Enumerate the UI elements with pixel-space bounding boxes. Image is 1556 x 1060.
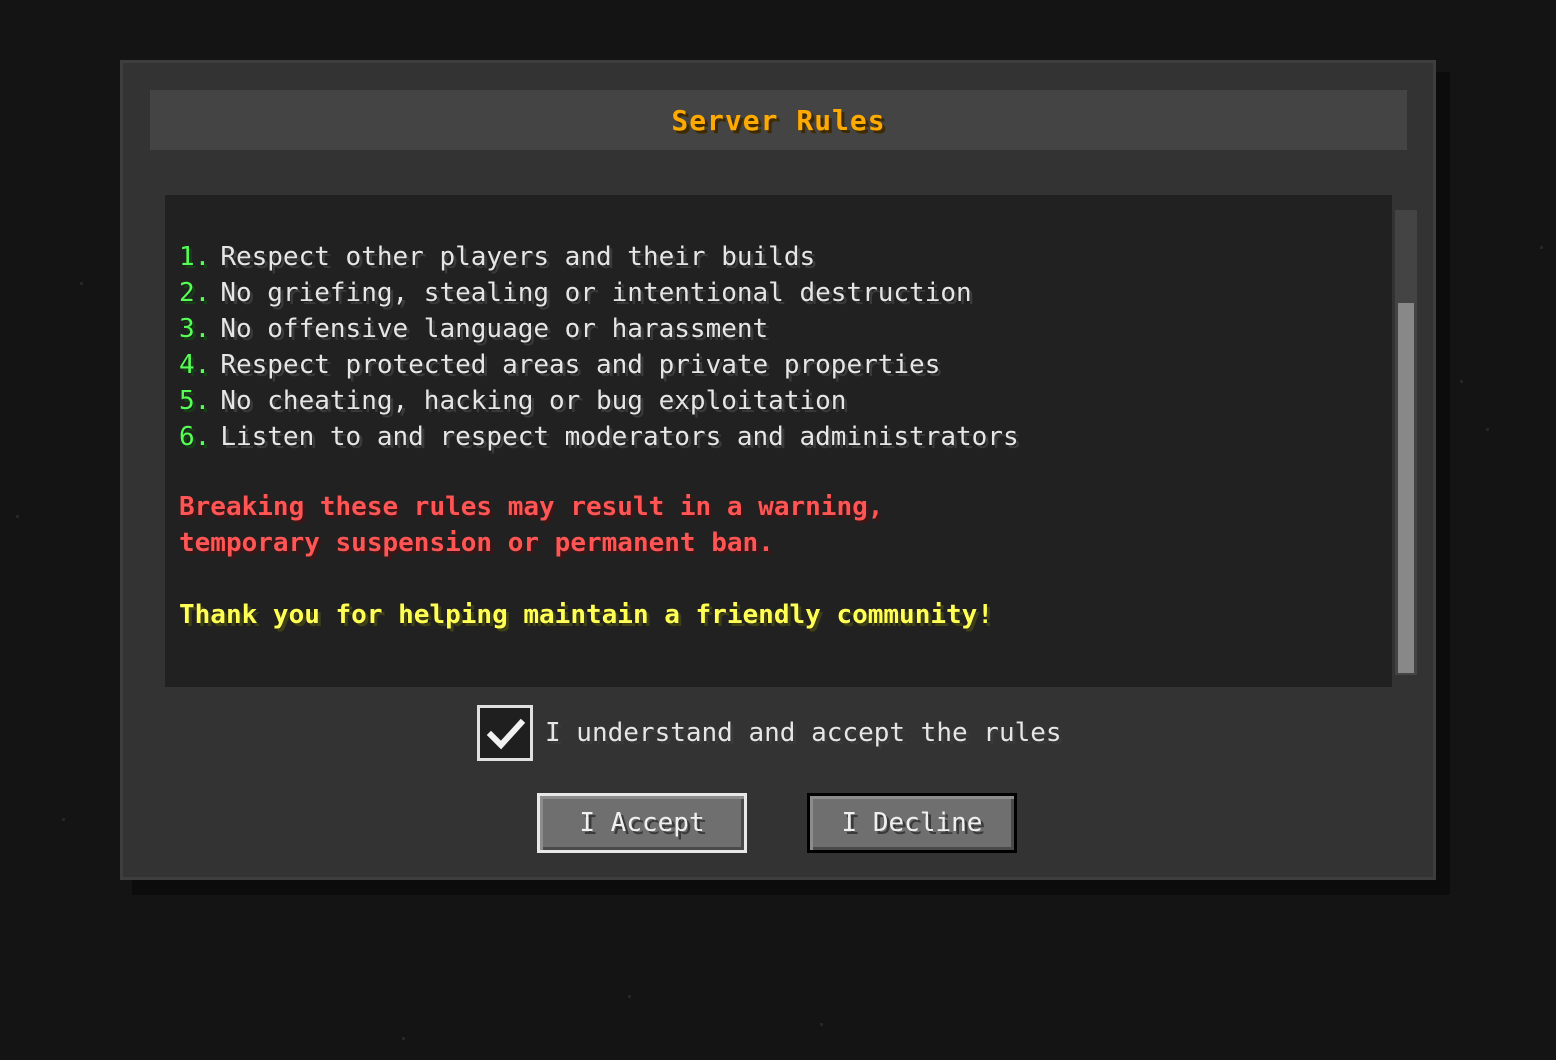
background-speck xyxy=(80,282,83,285)
rule-number: 3. xyxy=(179,314,211,344)
rule-item: 4. Respect protected areas and private pr… xyxy=(179,347,1019,383)
rules-scroll-panel[interactable]: 1. Respect other players and their builds… xyxy=(165,195,1392,687)
rule-text: No griefing, stealing or intentional des… xyxy=(220,278,972,308)
rule-text: Listen to and respect moderators and adm… xyxy=(220,422,1019,452)
rule-number: 6. xyxy=(179,422,211,452)
background-speck xyxy=(628,995,631,998)
rule-number: 1. xyxy=(179,242,211,272)
background-speck xyxy=(1486,428,1489,431)
check-icon xyxy=(485,715,525,751)
background-speck xyxy=(820,1023,823,1026)
rule-number: 2. xyxy=(179,278,211,308)
accept-rules-row: I understand and accept the rules xyxy=(477,703,1062,763)
rule-item: 5. No cheating, hacking or bug exploitati… xyxy=(179,383,1019,419)
rules-list: 1. Respect other players and their builds… xyxy=(179,239,1019,455)
scrollbar-thumb[interactable] xyxy=(1398,303,1414,673)
game-screen: Server Rules 1. Respect other players and… xyxy=(0,0,1556,1060)
warning-text: Breaking these rules may result in a war… xyxy=(179,489,883,561)
thanks-text: Thank you for helping maintain a friendl… xyxy=(179,600,993,630)
accept-button[interactable]: I Accept xyxy=(537,793,747,853)
background-speck xyxy=(62,818,65,821)
background-speck xyxy=(1540,246,1543,249)
rule-item: 2. No griefing, stealing or intentional d… xyxy=(179,275,1019,311)
accept-rules-checkbox[interactable] xyxy=(477,705,533,761)
rule-item: 6. Listen to and respect moderators and a… xyxy=(179,419,1019,455)
rule-text: Respect other players and their builds xyxy=(220,242,816,272)
background-speck xyxy=(1460,380,1463,383)
rule-number: 4. xyxy=(179,350,211,380)
server-rules-dialog: Server Rules 1. Respect other players and… xyxy=(120,60,1436,880)
background-speck xyxy=(402,1037,405,1040)
warning-line: Breaking these rules may result in a war… xyxy=(179,492,884,522)
rule-item: 1. Respect other players and their builds xyxy=(179,239,1019,275)
title-bar: Server Rules xyxy=(150,90,1407,150)
rule-text: No offensive language or harassment xyxy=(220,314,769,344)
rule-text: No cheating, hacking or bug exploitation xyxy=(220,386,847,416)
dialog-title: Server Rules xyxy=(671,103,886,137)
rule-text: Respect protected areas and private prop… xyxy=(220,350,941,380)
accept-rules-label[interactable]: I understand and accept the rules xyxy=(545,718,1062,748)
decline-button[interactable]: I Decline xyxy=(807,793,1017,853)
rule-number: 5. xyxy=(179,386,211,416)
background-speck xyxy=(16,515,19,518)
rule-item: 3. No offensive language or harassment xyxy=(179,311,1019,347)
warning-line: temporary suspension or permanent ban. xyxy=(179,528,774,558)
